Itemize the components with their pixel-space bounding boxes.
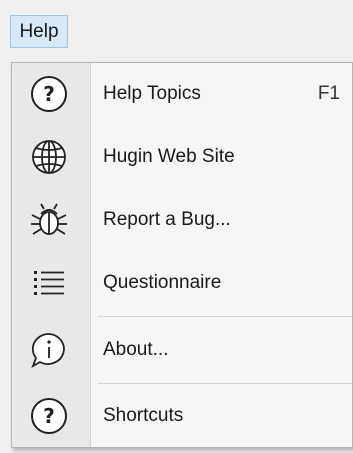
globe-icon: [26, 134, 72, 180]
menu-separator: [98, 383, 352, 384]
menu-item-label: About...: [103, 339, 169, 360]
menu-help[interactable]: Help: [10, 15, 68, 48]
menu-item-label: Report a Bug...: [103, 209, 231, 230]
menu-item-hugin-web-site[interactable]: Hugin Web Site: [12, 126, 352, 188]
question-circle-icon: ?: [26, 393, 72, 439]
list-icon: [26, 260, 72, 306]
menu-item-shortcuts[interactable]: ? Shortcuts: [12, 385, 352, 447]
menu-item-questionnaire[interactable]: Questionnaire: [12, 252, 352, 314]
shortcut-label: F1: [317, 83, 340, 104]
question-circle-icon: ?: [26, 71, 72, 117]
menu-item-about[interactable]: About...: [12, 319, 352, 381]
menu-item-label: Shortcuts: [103, 405, 184, 426]
menubar: Help: [0, 0, 353, 58]
info-speech-bubble-icon: [26, 327, 72, 373]
bug-icon: [26, 197, 72, 243]
menu-separator: [98, 316, 352, 317]
menu-item-help-topics[interactable]: ? Help Topics F1: [12, 63, 352, 125]
menu-item-report-a-bug[interactable]: Report a Bug...: [12, 189, 352, 251]
menu-item-label: Hugin Web Site: [103, 146, 235, 167]
help-dropdown-menu: ? Help Topics F1 Hugin Web Site Report a…: [11, 62, 353, 448]
svg-text:?: ?: [43, 82, 55, 106]
menu-item-label: Help Topics: [103, 83, 201, 104]
svg-text:?: ?: [43, 404, 55, 428]
menu-item-label: Questionnaire: [103, 272, 222, 293]
